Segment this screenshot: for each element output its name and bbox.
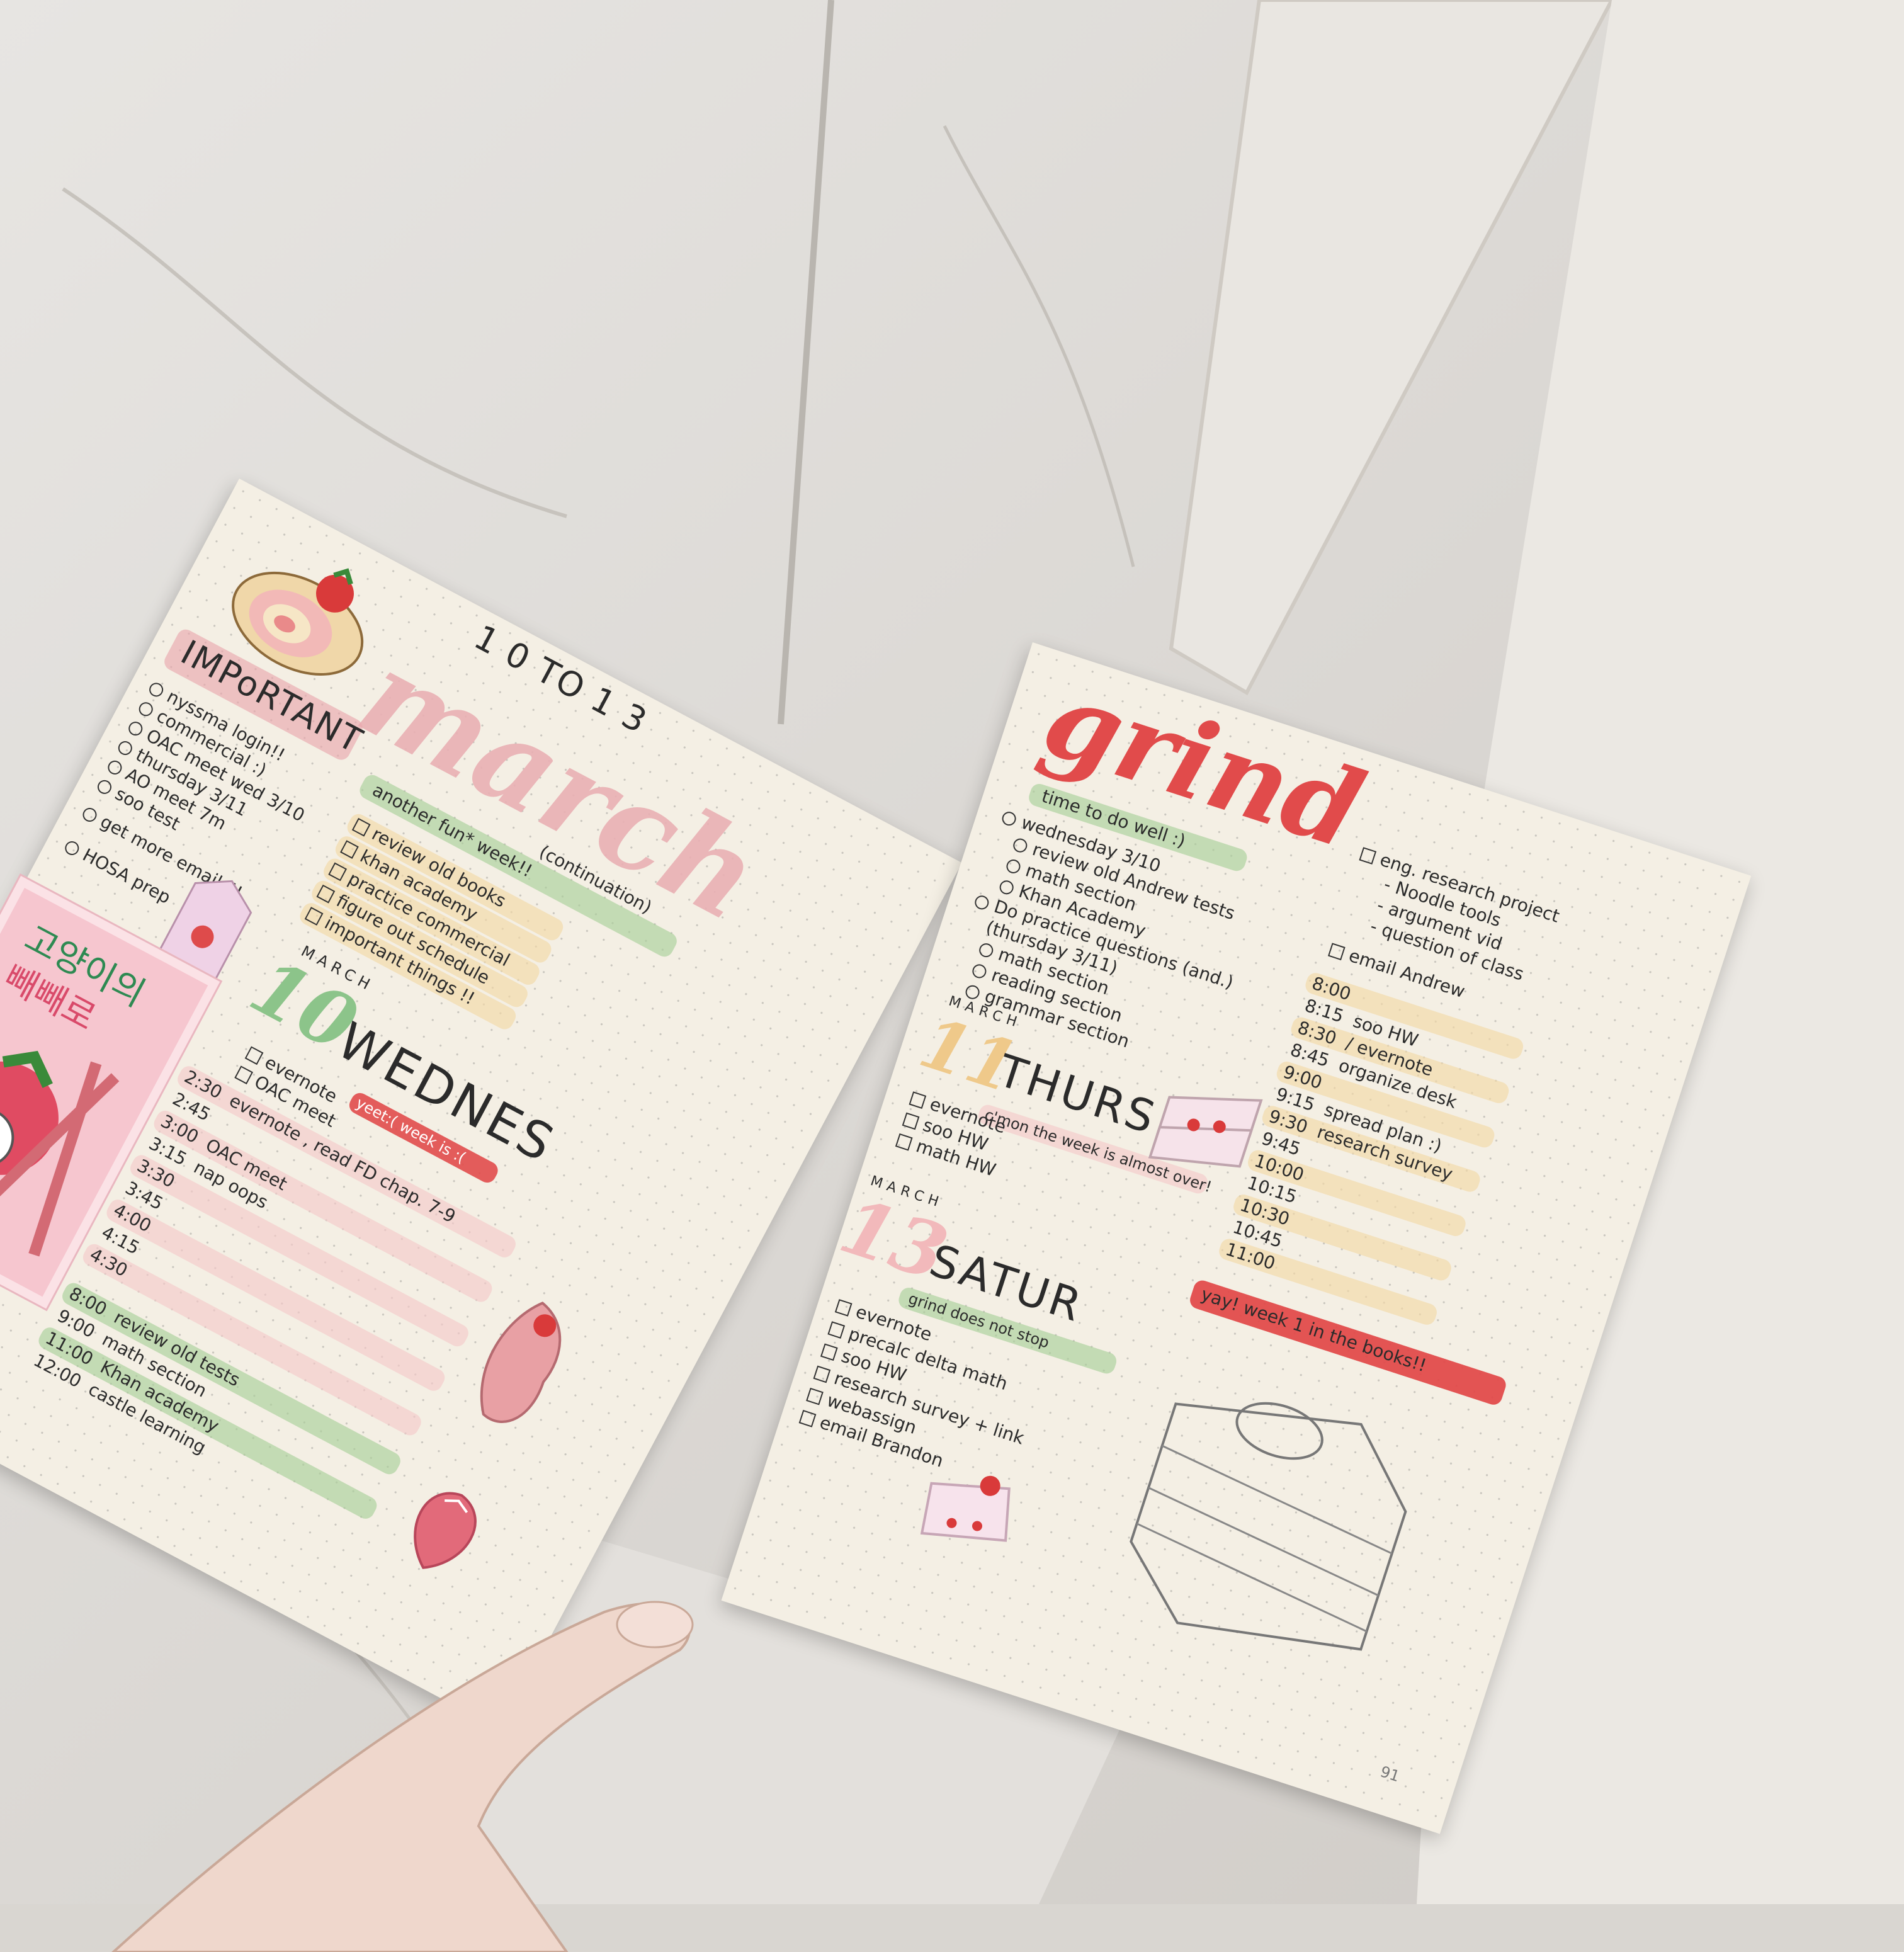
pencil-sketch-cake (1130, 1402, 1407, 1651)
strawberry-icon (414, 1492, 477, 1569)
taiyaki-icon (480, 1302, 562, 1423)
photo-scene: 1 0 TO 1 3 march (continuation) another … (0, 0, 1904, 1952)
page-number: 91 (1378, 1762, 1402, 1786)
